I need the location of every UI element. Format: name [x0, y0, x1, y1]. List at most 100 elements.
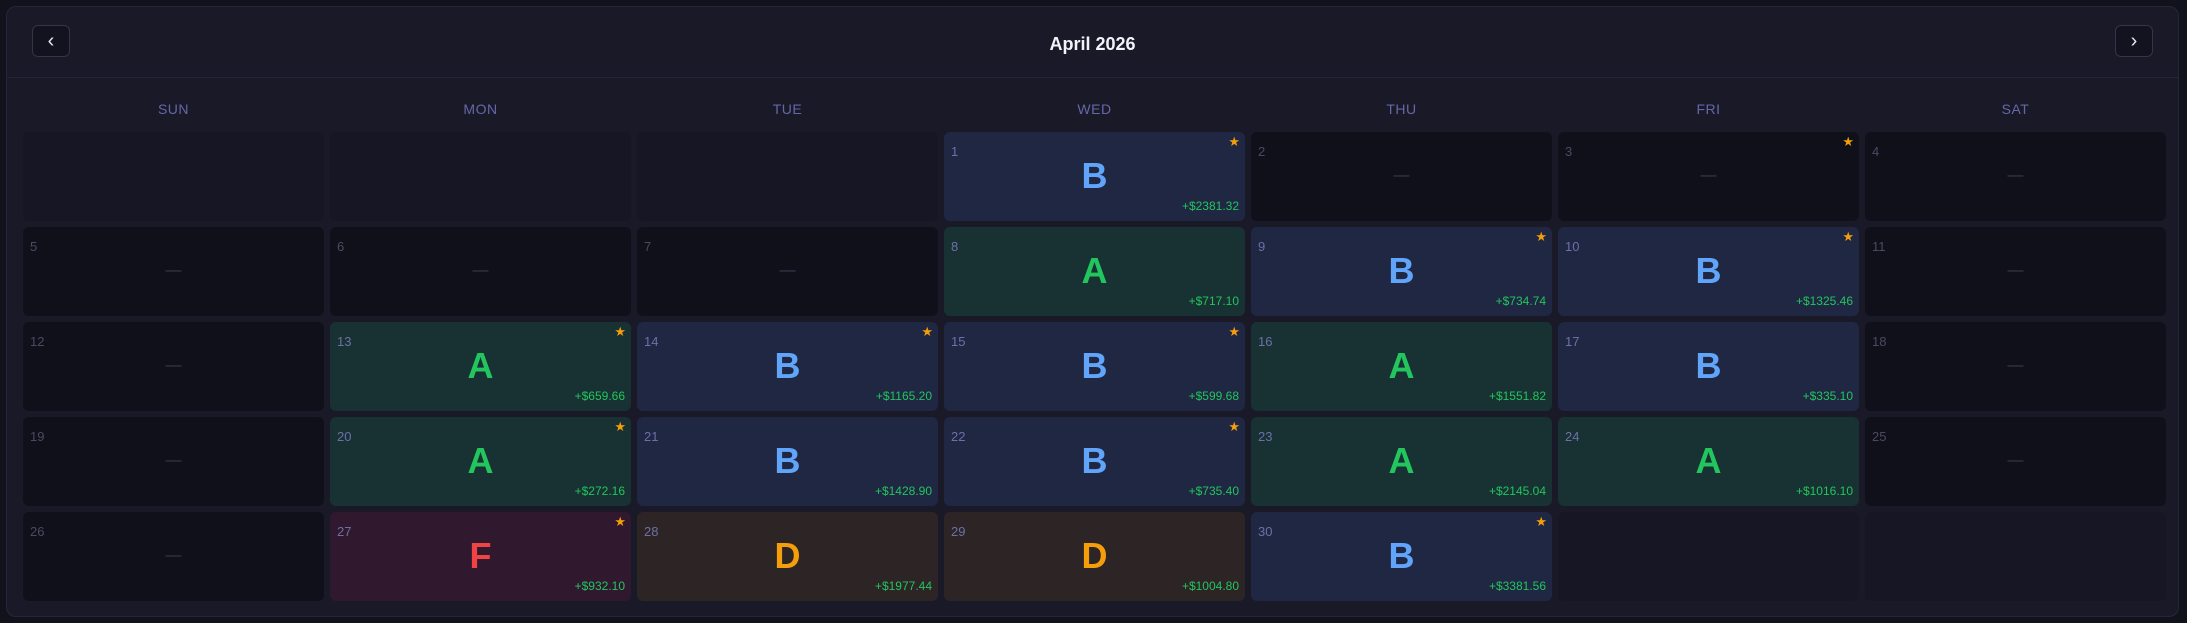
- no-data-placeholder: —: [2007, 167, 2024, 184]
- day-number: 7: [644, 239, 652, 254]
- day-number: 18: [1872, 334, 1887, 349]
- day-pnl: +$1551.82: [1488, 389, 1546, 403]
- calendar-day-cell[interactable]: 21 B +$1428.90: [637, 417, 938, 506]
- no-data-placeholder: —: [165, 262, 182, 279]
- no-data-placeholder: —: [1700, 167, 1717, 184]
- day-pnl: +$3381.56: [1488, 579, 1546, 593]
- day-number: 11: [1872, 239, 1886, 254]
- calendar-day-cell[interactable]: 7—: [637, 227, 938, 316]
- weekday-label-tue: TUE: [772, 101, 803, 117]
- day-grade: A: [1388, 345, 1415, 386]
- calendar-day-cell[interactable]: 17 B +$335.10: [1558, 322, 1859, 411]
- day-pnl: +$1016.10: [1795, 484, 1853, 498]
- calendar-day-cell[interactable]: 9 B +$734.74 ★: [1251, 227, 1552, 316]
- day-pnl: +$272.16: [574, 484, 625, 498]
- day-pnl: +$1977.44: [874, 579, 932, 593]
- day-grade: A: [1388, 440, 1415, 481]
- calendar-cell-empty: [1558, 512, 1859, 601]
- day-grade: B: [1081, 440, 1108, 481]
- calendar-cell-empty: [637, 132, 938, 221]
- calendar-day-cell[interactable]: 5—: [23, 227, 324, 316]
- day-grade: A: [467, 440, 494, 481]
- day-pnl: +$1428.90: [874, 484, 932, 498]
- day-grade: B: [774, 345, 801, 386]
- day-number: 2: [1258, 144, 1266, 159]
- day-grade: B: [1695, 345, 1722, 386]
- calendar-day-cell[interactable]: 23 A +$2145.04: [1251, 417, 1552, 506]
- day-pnl: +$335.10: [1802, 389, 1853, 403]
- calendar-day-cell[interactable]: 13 A +$659.66 ★: [330, 322, 631, 411]
- day-grade: D: [774, 535, 801, 576]
- calendar-day-cell[interactable]: 24 A +$1016.10: [1558, 417, 1859, 506]
- day-grade: B: [1081, 345, 1108, 386]
- calendar-day-cell[interactable]: 25 —: [1865, 417, 2166, 506]
- weekday-label-fri: FRI: [1696, 101, 1721, 117]
- day-number: 12: [30, 334, 45, 349]
- calendar-day-cell[interactable]: 27 F +$932.10 ★: [330, 512, 631, 601]
- day-pnl: +$659.66: [574, 389, 625, 403]
- calendar-day-cell[interactable]: 16 A +$1551.82: [1251, 322, 1552, 411]
- day-grade: B: [1695, 250, 1722, 291]
- no-data-placeholder: —: [165, 452, 182, 469]
- star-icon: ★: [1228, 134, 1240, 149]
- calendar-day-cell[interactable]: 30 B +$3381.56 ★: [1251, 512, 1552, 601]
- calendar-day-cell[interactable]: 1 B +$2381.32 ★: [944, 132, 1245, 221]
- calendar-day-cell[interactable]: 12 —: [23, 322, 324, 411]
- day-grade: D: [1081, 535, 1108, 576]
- day-number: 25: [1872, 429, 1887, 444]
- day-grade: B: [1388, 250, 1415, 291]
- star-icon: ★: [614, 419, 626, 434]
- calendar-day-cell[interactable]: 6—: [330, 227, 631, 316]
- star-icon: ★: [921, 324, 933, 339]
- weekday-label-wed: WED: [1077, 101, 1112, 117]
- calendar-day-cell[interactable]: 2—: [1251, 132, 1552, 221]
- star-icon: ★: [614, 514, 626, 529]
- calendar-day-cell[interactable]: 28 D +$1977.44: [637, 512, 938, 601]
- calendar-day-cell[interactable]: 19 —: [23, 417, 324, 506]
- day-grade: A: [467, 345, 494, 386]
- day-pnl: +$2145.04: [1488, 484, 1546, 498]
- calendar-day-cell[interactable]: 29 D +$1004.80: [944, 512, 1245, 601]
- day-pnl: +$599.68: [1188, 389, 1239, 403]
- calendar-day-cell[interactable]: 11 —: [1865, 227, 2166, 316]
- day-grade: F: [469, 535, 492, 576]
- calendar-day-cell[interactable]: 10 B +$1325.46 ★: [1558, 227, 1859, 316]
- no-data-placeholder: —: [165, 547, 182, 564]
- calendar-day-cell[interactable]: 20 A +$272.16 ★: [330, 417, 631, 506]
- day-grade: A: [1695, 440, 1722, 481]
- star-icon: ★: [1842, 134, 1854, 149]
- calendar-day-cell[interactable]: 8 A +$717.10: [944, 227, 1245, 316]
- calendar-day-cell[interactable]: 14 B +$1165.20 ★: [637, 322, 938, 411]
- day-pnl: +$932.10: [574, 579, 625, 593]
- day-pnl: +$734.74: [1495, 294, 1546, 308]
- calendar-cell-empty: [330, 132, 631, 221]
- calendar-day-cell[interactable]: 15 B +$599.68 ★: [944, 322, 1245, 411]
- no-data-placeholder: —: [1393, 167, 1410, 184]
- calendar-day-cell[interactable]: 4—: [1865, 132, 2166, 221]
- no-data-placeholder: —: [779, 262, 796, 279]
- calendar-cell-empty: [1865, 512, 2166, 601]
- star-icon: ★: [1535, 229, 1547, 244]
- day-grade: A: [1081, 250, 1108, 291]
- calendar-cell-empty: [23, 132, 324, 221]
- no-data-placeholder: —: [2007, 357, 2024, 374]
- day-pnl: +$717.10: [1188, 294, 1239, 308]
- star-icon: ★: [1228, 419, 1240, 434]
- next-month-button[interactable]: ›: [2115, 25, 2153, 57]
- calendar-day-cell[interactable]: 18 —: [1865, 322, 2166, 411]
- day-number: 26: [30, 524, 45, 539]
- calendar-day-cell[interactable]: 3 — ★: [1558, 132, 1859, 221]
- star-icon: ★: [1228, 324, 1240, 339]
- day-pnl: +$735.40: [1188, 484, 1239, 498]
- weekday-label-sat: SAT: [2001, 101, 2030, 117]
- chevron-right-icon: ›: [2130, 29, 2138, 52]
- weekday-header-row: SUN MON TUE WED THU FRI SAT: [23, 101, 2166, 121]
- star-icon: ★: [1842, 229, 1854, 244]
- day-number: 4: [1872, 144, 1880, 159]
- weekday-label-thu: THU: [1386, 101, 1417, 117]
- weekday-label-mon: MON: [463, 101, 498, 117]
- day-number: 3: [1565, 144, 1573, 159]
- calendar-day-cell[interactable]: 22 B +$735.40 ★: [944, 417, 1245, 506]
- day-number: 5: [30, 239, 38, 254]
- calendar-day-cell[interactable]: 26 —: [23, 512, 324, 601]
